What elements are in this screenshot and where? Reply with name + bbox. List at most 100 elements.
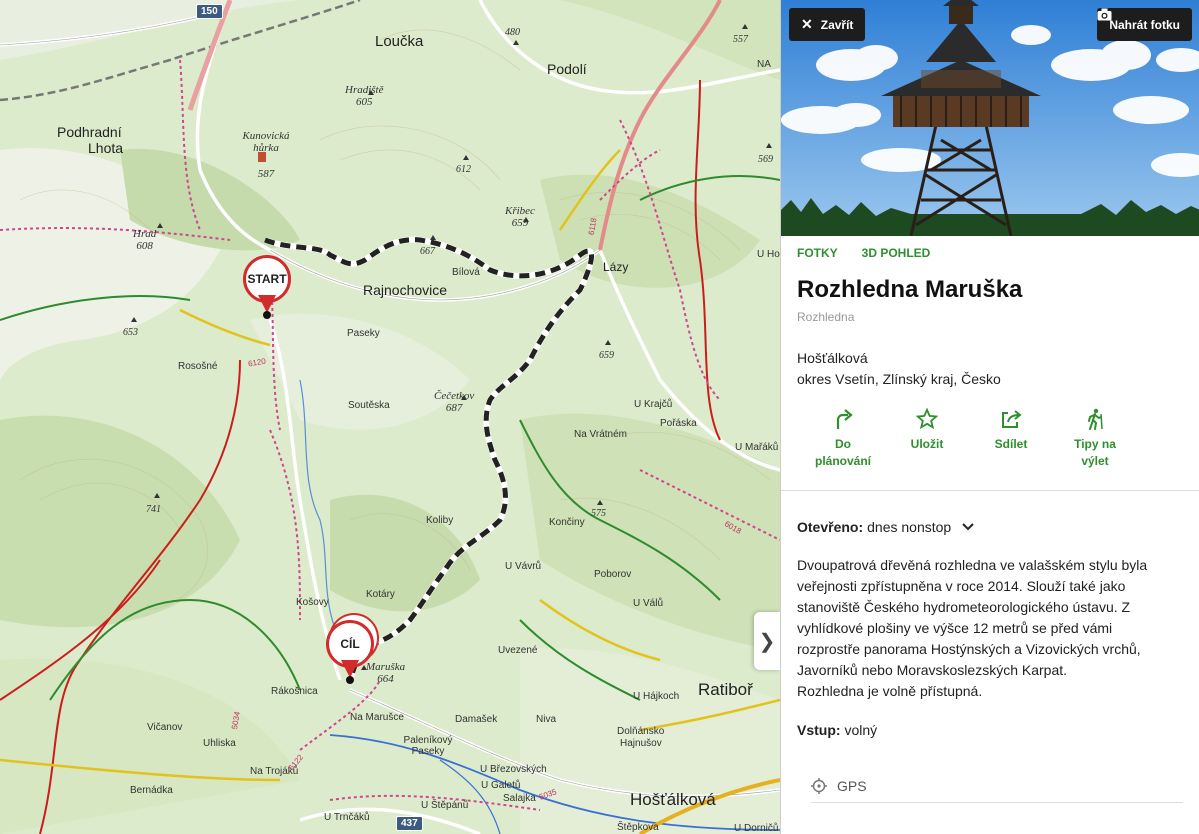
place-label: Končiny [549, 517, 585, 528]
elevation-label: 653 [123, 327, 138, 338]
hiker-icon [1086, 406, 1104, 432]
close-icon: ✕ [801, 16, 813, 32]
tab-3d-view[interactable]: 3D POHLED [862, 246, 931, 260]
place-label: Damašek [455, 714, 498, 725]
description-line: rozprostře panorama Hostýnských a Vizovi… [797, 641, 1141, 657]
share-label: Sdílet [994, 437, 1028, 451]
place-label: Uhliska [203, 738, 236, 749]
place-label: U Krajčů [634, 399, 673, 410]
close-button[interactable]: ✕ Zavřít [789, 8, 866, 41]
description-line: Dvoupatrová dřevěná rozhledna ve valašsk… [797, 557, 1148, 573]
place-label: Niva [536, 714, 557, 725]
place-label: Dolňánsko [617, 726, 665, 737]
place-label: Rákošnica [271, 686, 318, 697]
save-button[interactable]: Uložit [885, 406, 969, 490]
poi-description: Dvoupatrová dřevěná rozhledna ve valašsk… [781, 535, 1199, 702]
place-label: U Dorničů [734, 823, 779, 834]
gps-label: GPS [837, 778, 867, 794]
upload-photo-label: Nahrát fotku [1109, 17, 1180, 32]
place-label: Bílová [452, 267, 480, 278]
address-line-1: Hošťálková [797, 350, 868, 366]
place-label: Kotáry [366, 589, 395, 600]
place-podoli: Podolí [547, 61, 587, 77]
description-line: Javorníků nebo Moravskoslezských Karpat. [797, 662, 1068, 678]
plan-route-label-2: plánování [814, 454, 871, 468]
peak-hradiste: Hradiště 605 [345, 84, 384, 108]
entry-value: volný [844, 722, 878, 738]
place-label: Vičanov [147, 722, 183, 733]
end-marker[interactable]: CÍL [326, 620, 374, 684]
place-label: NA [757, 59, 771, 70]
place-label: U Březovských [480, 764, 547, 775]
place-rajnochovice: Rajnochovice [363, 282, 448, 298]
opening-hours-value: dnes nonstop [867, 519, 952, 535]
action-bar: Do plánování Uložit Sdílet Tipy na výlet [781, 390, 1199, 490]
route-arrow-icon [833, 406, 853, 432]
upload-photo-button[interactable]: Nahrát fotku [1097, 8, 1192, 41]
place-label: U Horn [757, 249, 780, 260]
place-label: Uvezené [498, 645, 538, 656]
place-lazy: Lázy [603, 260, 629, 274]
elevation-label: 741 [146, 504, 161, 515]
place-label: Hajnušov [620, 738, 662, 749]
description-line: vyhlídkové plošiny ve výšce 12 metrů se … [797, 620, 1113, 636]
place-label: Bernádka [130, 785, 173, 796]
place-label: U Válů [633, 598, 664, 609]
elevation-label: 480 [505, 27, 520, 38]
place-label: Koliby [426, 515, 454, 526]
place-label: Na Marušce [350, 712, 404, 723]
media-tabs: FOTKY 3D POHLED [781, 236, 1199, 260]
opening-hours-label: Otevřeno: [797, 519, 864, 535]
plan-route-label-1: Do [834, 437, 851, 451]
crosshair-icon [811, 778, 827, 794]
elevation-label: 569 [758, 154, 773, 165]
plan-route-button[interactable]: Do plánování [801, 406, 885, 490]
collapse-panel-button[interactable]: ❯ [754, 612, 780, 670]
camera-icon [1097, 8, 1112, 21]
peak-kribec: Křibec 659 [505, 205, 535, 229]
place-label: U Štěpánů [421, 800, 469, 811]
chevron-right-icon: ❯ [758, 630, 776, 653]
tab-photos[interactable]: FOTKY [797, 246, 838, 260]
place-podhradni: Podhradní [57, 124, 122, 140]
place-label: U Vávrů [505, 561, 542, 572]
place-label: U Trnčáků [324, 812, 370, 823]
star-icon [916, 406, 938, 432]
trip-tips-label-1: Tipy na [1074, 437, 1116, 451]
poi-photo[interactable]: ✕ Zavřít Nahrát fotku [781, 0, 1199, 236]
place-label: U Mařáků [735, 442, 779, 453]
elevation-label: 667 [420, 246, 435, 257]
poi-detail-panel: ✕ Zavřít Nahrát fotku FOTKY 3D POHLED Ro… [780, 0, 1199, 834]
close-button-label: Zavřít [820, 17, 854, 32]
poi-type: Rozhledna [797, 310, 855, 324]
road-shield: 150 [196, 4, 223, 19]
address-line-2: okres Vsetín, Zlínský kraj, Česko [797, 371, 1001, 387]
peak-cecetkov: Čečetkov 687 [434, 390, 475, 414]
place-label: Paleníkový Paseky [403, 735, 453, 757]
place-label: Soutěska [348, 400, 390, 411]
place-label: Košovy [296, 597, 329, 608]
map-view[interactable]: Loučka Podolí Podhradní Lhota Rajnochovi… [0, 0, 780, 834]
gps-row[interactable]: GPS [811, 770, 1183, 803]
share-button[interactable]: Sdílet [969, 406, 1053, 490]
place-label: Rosošné [178, 361, 218, 372]
trip-tips-button[interactable]: Tipy na výlet [1053, 406, 1137, 490]
trip-tips-label-2: výlet [1081, 454, 1109, 468]
place-ratibor: Ratiboř [698, 680, 753, 699]
place-label: U Hájkoch [633, 691, 680, 702]
place-hostalkova: Hošťálková [630, 790, 716, 809]
elevation-label: 612 [456, 164, 471, 175]
place-label: Pořáska [660, 418, 697, 429]
place-label: Paseky [347, 328, 380, 339]
place-label: Štěpkova [617, 822, 659, 833]
place-label: U Galetů [481, 780, 521, 791]
start-marker[interactable]: START [243, 255, 291, 319]
peak-kunovicka: Kunovická hůrka 587 [242, 130, 290, 180]
place-lhota: Lhota [88, 140, 124, 156]
elevation-label: 575 [591, 508, 606, 519]
place-label: Salajka [503, 793, 536, 804]
opening-hours-toggle[interactable]: Otevřeno: dnes nonstop [781, 491, 1199, 535]
description-line: veřejnosti zpřístupněna v roce 2014. Slo… [797, 578, 1126, 594]
chevron-down-icon [962, 523, 974, 531]
marker-dot [346, 676, 354, 684]
